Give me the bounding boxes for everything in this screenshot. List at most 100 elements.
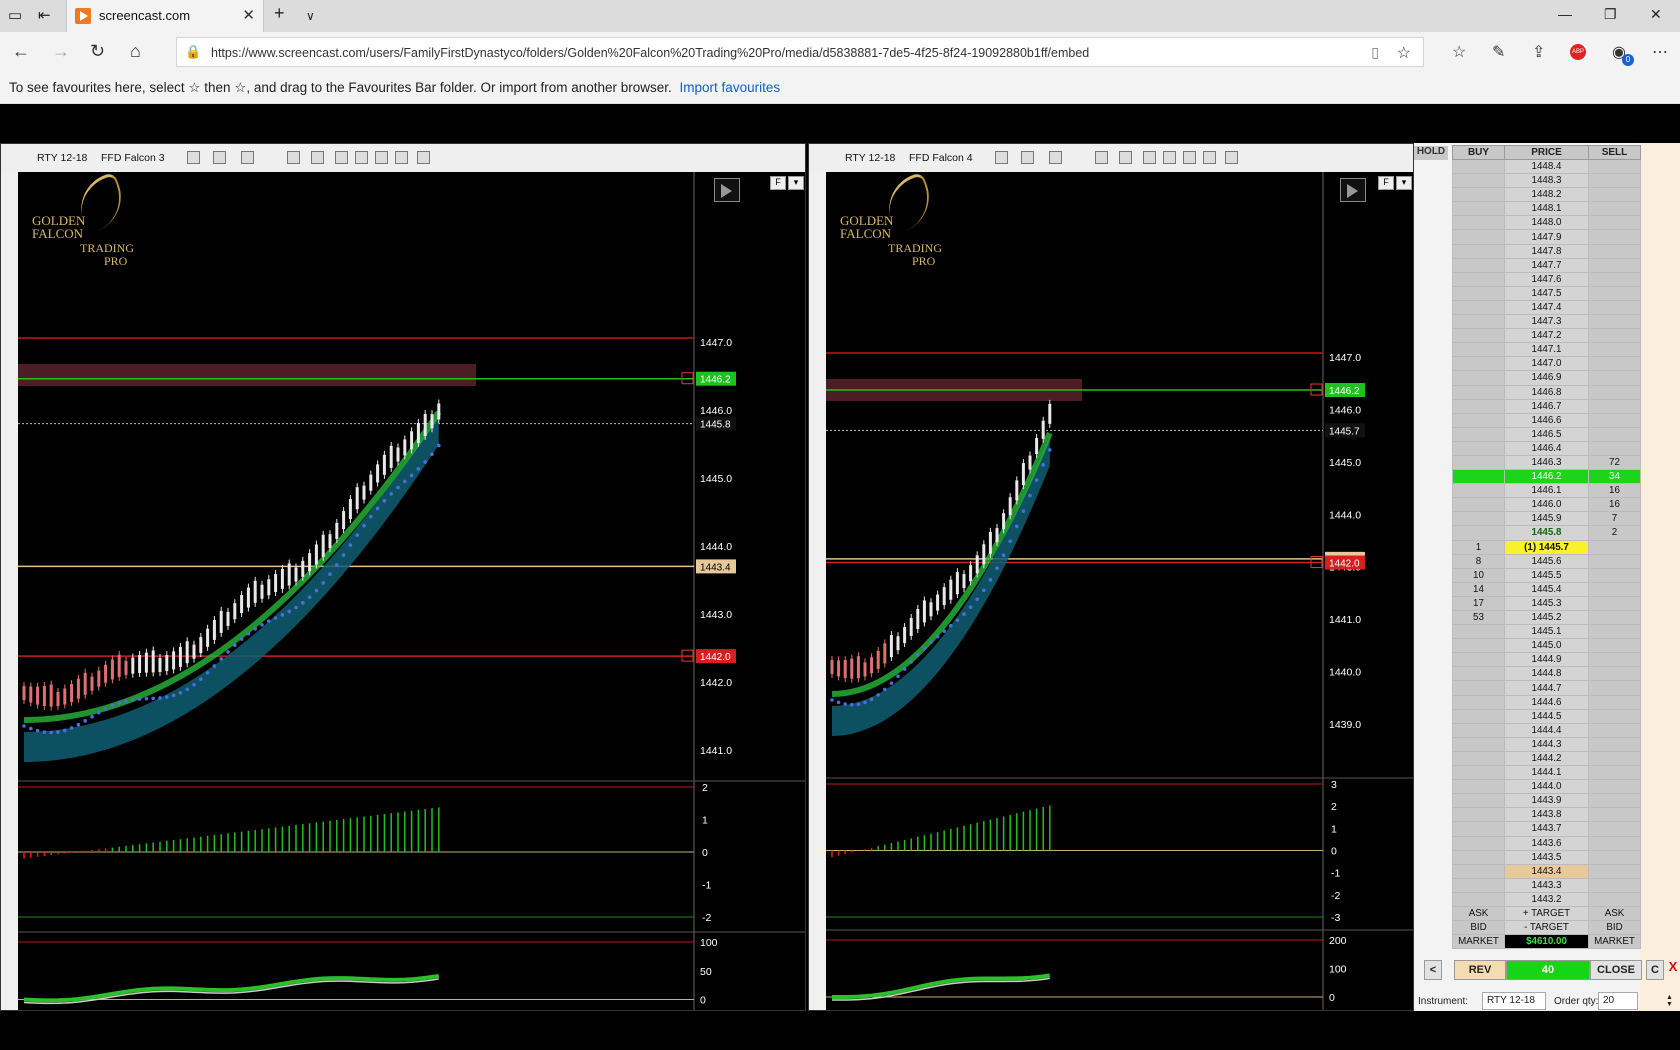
instrument-selector-1[interactable]: RTY 12-18	[37, 152, 87, 164]
ladder-buy-cell[interactable]	[1452, 666, 1505, 682]
ladder-sell-cell[interactable]	[1588, 384, 1641, 400]
ladder-buy-cell[interactable]	[1452, 187, 1505, 203]
ladder-buy-cell[interactable]	[1452, 454, 1505, 471]
instrument-selector-2[interactable]: RTY 12-18	[845, 152, 895, 164]
browser-tab[interactable]: screencast.com ✕	[66, 0, 264, 32]
ladder-row[interactable]: 1444.8	[1452, 666, 1641, 682]
ladder-row[interactable]: 1446.9	[1452, 370, 1641, 386]
share-icon[interactable]: ⇪	[1532, 42, 1545, 62]
ladder-price-cell[interactable]: 1447.4	[1504, 299, 1589, 316]
import-favourites-link[interactable]: Import favourites	[680, 80, 781, 95]
ladder-sell-cell[interactable]	[1588, 624, 1641, 640]
ladder-row[interactable]: MARKET $4610.00 MARKET	[1452, 934, 1641, 950]
ladder-buy-cell[interactable]	[1452, 412, 1505, 428]
drawing-tool-icon-2[interactable]	[1021, 151, 1034, 164]
ladder-price-cell[interactable]: 1444.9	[1504, 652, 1589, 668]
ladder-sell-cell[interactable]	[1588, 412, 1641, 428]
ladder-sell-cell[interactable]	[1588, 736, 1641, 752]
ladder-sell-cell[interactable]	[1588, 638, 1641, 654]
ladder-sell-cell[interactable]: 34	[1588, 469, 1641, 485]
ladder-buy-cell[interactable]	[1452, 511, 1505, 527]
order-qty-input[interactable]: 20	[1598, 992, 1638, 1010]
ladder-row[interactable]: 1444.3	[1452, 736, 1641, 752]
ladder-sell-cell[interactable]	[1588, 807, 1641, 823]
ladder-price-cell[interactable]: 1445.6	[1504, 553, 1589, 569]
ladder-price-cell[interactable]: 1443.5	[1504, 849, 1589, 865]
ladder-price-cell[interactable]: 1445.4	[1504, 581, 1589, 597]
ladder-sell-cell[interactable]	[1588, 609, 1641, 626]
ladder-buy-cell[interactable]: ASK	[1452, 905, 1505, 922]
ladder-sell-cell[interactable]	[1588, 891, 1641, 907]
scroll-to-end-button-2[interactable]	[1340, 178, 1366, 202]
ladder-row[interactable]: 1 (1) 1445.7	[1452, 539, 1641, 555]
ladder-price-cell[interactable]: 1448.0	[1504, 215, 1589, 231]
ladder-row[interactable]: 1444.1	[1452, 765, 1641, 781]
panel-menu-button[interactable]: ▾	[788, 176, 804, 190]
ladder-sell-cell[interactable]	[1588, 595, 1641, 612]
ladder-price-cell[interactable]: 1443.8	[1504, 807, 1589, 823]
ladder-price-cell[interactable]: 1444.2	[1504, 750, 1589, 767]
ladder-sell-cell[interactable]	[1588, 440, 1641, 456]
ladder-buy-cell[interactable]	[1452, 384, 1505, 400]
ladder-price-cell[interactable]: 1444.1	[1504, 765, 1589, 781]
ladder-buy-cell[interactable]	[1452, 173, 1505, 189]
price-chart-1[interactable]: 1447.0 1446.0 1445.0 1444.0 1443.0 1442.0 1441…	[18, 172, 805, 1010]
indicators-icon[interactable]	[355, 151, 368, 164]
ladder-buy-cell[interactable]	[1452, 891, 1505, 907]
ladder-row[interactable]: 1443.2	[1452, 891, 1641, 907]
close-position-x-icon[interactable]: X	[1666, 958, 1680, 978]
zoom-icon-2[interactable]	[1119, 151, 1132, 164]
ladder-buy-cell[interactable]	[1452, 229, 1505, 245]
zoom-icon[interactable]	[311, 151, 324, 164]
ladder-price-cell[interactable]: $4610.00	[1504, 934, 1589, 950]
ladder-sell-cell[interactable]	[1588, 779, 1641, 795]
crosshair-icon[interactable]	[287, 151, 300, 164]
ladder-row[interactable]: 1443.7	[1452, 821, 1641, 837]
ladder-row[interactable]: 1445.9 7	[1452, 511, 1641, 527]
ladder-price-cell[interactable]: 1443.3	[1504, 877, 1589, 893]
ladder-row[interactable]: 1443.5	[1452, 849, 1641, 865]
chart-area-1[interactable]: 1447.0 1446.0 1445.0 1444.0 1443.0 1442.0 1441…	[18, 172, 805, 1010]
ladder-row[interactable]: 1446.1 16	[1452, 483, 1641, 499]
strategies-icon[interactable]	[375, 151, 388, 164]
ladder-buy-cell[interactable]: BID	[1452, 920, 1505, 936]
ladder-row[interactable]: 1446.6	[1452, 412, 1641, 428]
price-chart-2[interactable]: 1447.01446.01445.01444.01443.01441.01440…	[826, 172, 1413, 1010]
ladder-price-cell[interactable]: 1447.5	[1504, 285, 1589, 301]
ladder-sell-cell[interactable]	[1588, 187, 1641, 203]
ladder-sell-cell[interactable]: 16	[1588, 483, 1641, 499]
ladder-row[interactable]: 1447.0	[1452, 356, 1641, 372]
properties-icon-2[interactable]	[1203, 151, 1216, 164]
ladder-sell-cell[interactable]	[1588, 285, 1641, 301]
indicators-icon-2[interactable]	[1163, 151, 1176, 164]
scroll-to-end-button[interactable]	[714, 178, 740, 202]
ladder-row[interactable]: 10 1445.5	[1452, 567, 1641, 583]
ladder-price-cell[interactable]: 1445.1	[1504, 624, 1589, 640]
ladder-sell-cell[interactable]	[1588, 722, 1641, 738]
ladder-buy-cell[interactable]	[1452, 201, 1505, 217]
ladder-row[interactable]: 1446.5	[1452, 426, 1641, 442]
url-field[interactable]: 🔒 https://www.screencast.com/users/Famil…	[176, 37, 1424, 67]
ladder-row[interactable]: 1448.3	[1452, 173, 1641, 189]
ladder-buy-cell[interactable]	[1452, 497, 1505, 513]
ladder-row[interactable]: 1443.6	[1452, 835, 1641, 851]
ladder-buy-cell[interactable]	[1452, 750, 1505, 767]
ladder-sell-cell[interactable]	[1588, 835, 1641, 851]
ladder-sell-cell[interactable]	[1588, 370, 1641, 386]
ladder-buy-cell[interactable]	[1452, 736, 1505, 752]
drawing-toolbar-2[interactable]	[809, 172, 826, 1010]
ladder-price-cell[interactable]: 1443.2	[1504, 891, 1589, 907]
ladder-price-cell[interactable]: 1447.9	[1504, 229, 1589, 245]
ladder-price-cell[interactable]: 1445.5	[1504, 567, 1589, 583]
ladder-sell-cell[interactable]	[1588, 849, 1641, 865]
close-tab-icon[interactable]: ✕	[242, 6, 255, 24]
ladder-sell-cell[interactable]	[1588, 328, 1641, 344]
ladder-row[interactable]: 1447.6	[1452, 271, 1641, 287]
ladder-price-cell[interactable]: - TARGET	[1504, 920, 1589, 936]
strategies-icon-2[interactable]	[1183, 151, 1196, 164]
ladder-sell-cell[interactable]: 16	[1588, 497, 1641, 513]
ladder-row[interactable]: 1444.4	[1452, 722, 1641, 738]
ladder-price-cell[interactable]: 1446.7	[1504, 398, 1589, 414]
ladder-sell-cell[interactable]	[1588, 877, 1641, 893]
chart-area-2[interactable]: 1447.01446.01445.01444.01443.01441.01440…	[826, 172, 1413, 1010]
